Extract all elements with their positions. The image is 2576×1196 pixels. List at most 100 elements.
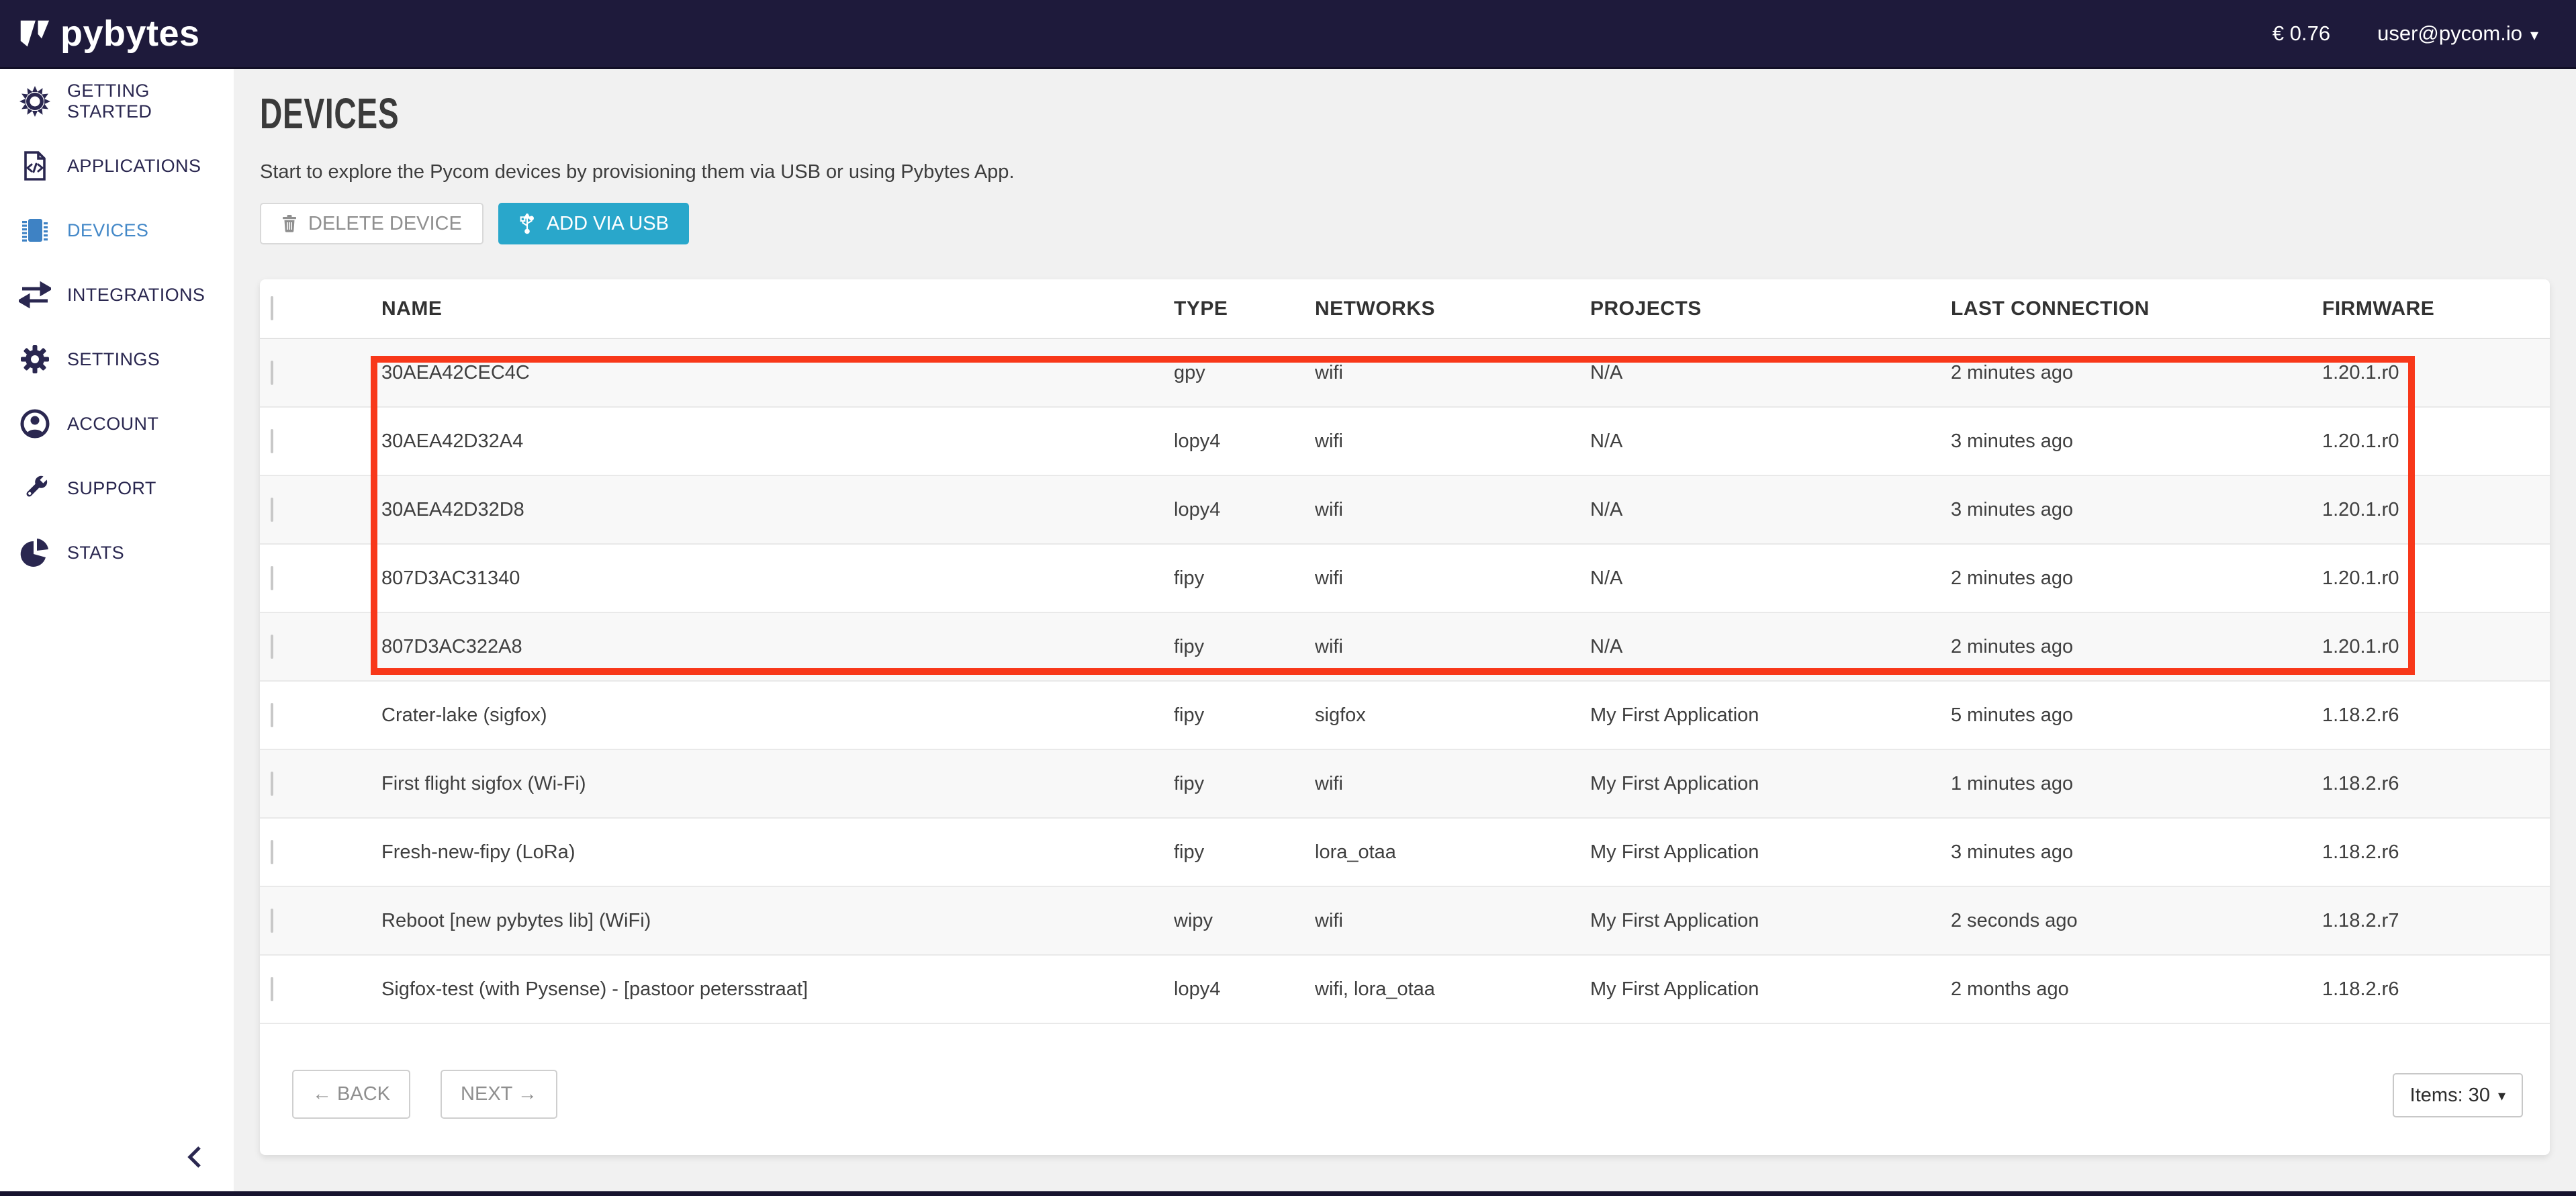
account-balance: € 0.76 bbox=[2272, 21, 2330, 46]
sidebar-collapse-button[interactable] bbox=[181, 1142, 211, 1172]
code-document-icon bbox=[19, 150, 51, 182]
delete-device-button[interactable]: DELETE DEVICE bbox=[260, 203, 484, 244]
cell-name: 30AEA42CEC4C bbox=[381, 362, 1174, 384]
cell-projects: N/A bbox=[1590, 636, 1951, 658]
chip-icon bbox=[19, 214, 51, 246]
sidebar-item-label: INTEGRATIONS bbox=[67, 285, 205, 306]
cell-type: lopy4 bbox=[1174, 978, 1315, 1001]
cell-name: 807D3AC31340 bbox=[381, 567, 1174, 590]
cell-networks: wifi bbox=[1315, 499, 1590, 521]
add-via-usb-button[interactable]: ADD VIA USB bbox=[498, 203, 689, 244]
cell-type: lopy4 bbox=[1174, 430, 1315, 453]
cell-last-connection: 2 seconds ago bbox=[1951, 910, 2322, 932]
cell-networks: wifi bbox=[1315, 636, 1590, 658]
cell-projects: N/A bbox=[1590, 499, 1951, 521]
next-button[interactable]: NEXT → bbox=[441, 1070, 557, 1119]
sidebar-item-label: SETTINGS bbox=[67, 349, 160, 370]
row-checkbox[interactable] bbox=[271, 566, 273, 590]
user-email: user@pycom.io bbox=[2377, 21, 2522, 46]
device-table-header: NAME TYPE NETWORKS PROJECTS LAST CONNECT… bbox=[260, 279, 2550, 339]
sidebar-item-label: STATS bbox=[67, 543, 124, 563]
cell-projects: My First Application bbox=[1590, 841, 1951, 864]
table-row[interactable]: First flight sigfox (Wi-Fi) fipy wifi My… bbox=[260, 750, 2550, 819]
cell-projects: N/A bbox=[1590, 430, 1951, 453]
page-subtitle: Start to explore the Pycom devices by pr… bbox=[260, 161, 1015, 183]
header-projects[interactable]: PROJECTS bbox=[1590, 297, 1702, 320]
sidebar-item-stats[interactable]: STATS bbox=[0, 520, 234, 585]
cell-type: fipy bbox=[1174, 704, 1315, 727]
sidebar-item-support[interactable]: SUPPORT bbox=[0, 456, 234, 520]
table-row[interactable]: Crater-lake (sigfox) fipy sigfox My Firs… bbox=[260, 682, 2550, 750]
cell-firmware: 1.18.2.r7 bbox=[2322, 910, 2550, 932]
table-row[interactable]: 30AEA42D32D8 lopy4 wifi N/A 3 minutes ag… bbox=[260, 476, 2550, 545]
row-checkbox[interactable] bbox=[271, 635, 273, 659]
cell-networks: wifi bbox=[1315, 773, 1590, 795]
cell-last-connection: 3 minutes ago bbox=[1951, 499, 2322, 521]
device-table-card: NAME TYPE NETWORKS PROJECTS LAST CONNECT… bbox=[260, 279, 2550, 1155]
row-checkbox[interactable] bbox=[271, 361, 273, 385]
sidebar-item-account[interactable]: ACCOUNT bbox=[0, 392, 234, 456]
table-row[interactable]: 30AEA42D32A4 lopy4 wifi N/A 3 minutes ag… bbox=[260, 408, 2550, 476]
sidebar: GETTING STARTED APPLICATIONS bbox=[0, 69, 234, 1196]
table-row[interactable]: Sigfox-test (with Pysense) - [pastoor pe… bbox=[260, 956, 2550, 1024]
row-checkbox[interactable] bbox=[271, 703, 273, 727]
cell-name: 807D3AC322A8 bbox=[381, 636, 1174, 658]
items-per-page-select[interactable]: Items: 30 ▾ bbox=[2393, 1073, 2523, 1117]
cell-type: wipy bbox=[1174, 910, 1315, 932]
cell-last-connection: 2 months ago bbox=[1951, 978, 2322, 1001]
cell-firmware: 1.18.2.r6 bbox=[2322, 978, 2550, 1001]
row-checkbox[interactable] bbox=[271, 772, 273, 796]
row-checkbox[interactable] bbox=[271, 909, 273, 933]
cell-last-connection: 2 minutes ago bbox=[1951, 362, 2322, 384]
cell-name: Crater-lake (sigfox) bbox=[381, 704, 1174, 727]
cell-firmware: 1.20.1.r0 bbox=[2322, 499, 2550, 521]
user-menu[interactable]: user@pycom.io ▾ bbox=[2377, 21, 2538, 46]
table-row[interactable]: 807D3AC322A8 fipy wifi N/A 2 minutes ago… bbox=[260, 613, 2550, 682]
table-row[interactable]: Fresh-new-fipy (LoRa) fipy lora_otaa My … bbox=[260, 819, 2550, 887]
cell-firmware: 1.20.1.r0 bbox=[2322, 430, 2550, 453]
table-row[interactable]: 807D3AC31340 fipy wifi N/A 2 minutes ago… bbox=[260, 545, 2550, 613]
sidebar-item-devices[interactable]: DEVICES bbox=[0, 198, 234, 263]
cell-last-connection: 5 minutes ago bbox=[1951, 704, 2322, 727]
cell-type: fipy bbox=[1174, 636, 1315, 658]
cell-firmware: 1.20.1.r0 bbox=[2322, 362, 2550, 384]
trash-icon bbox=[281, 215, 297, 232]
header-type[interactable]: TYPE bbox=[1174, 297, 1228, 320]
row-checkbox[interactable] bbox=[271, 498, 273, 522]
cell-networks: lora_otaa bbox=[1315, 841, 1590, 864]
sidebar-item-applications[interactable]: APPLICATIONS bbox=[0, 134, 234, 198]
row-checkbox[interactable] bbox=[271, 977, 273, 1001]
back-button[interactable]: ← BACK bbox=[292, 1070, 410, 1119]
table-row[interactable]: 30AEA42CEC4C gpy wifi N/A 2 minutes ago … bbox=[260, 339, 2550, 408]
cell-projects: N/A bbox=[1590, 567, 1951, 590]
row-checkbox[interactable] bbox=[271, 429, 273, 453]
cell-name: Fresh-new-fipy (LoRa) bbox=[381, 841, 1174, 864]
cell-networks: wifi bbox=[1315, 910, 1590, 932]
cell-networks: wifi bbox=[1315, 362, 1590, 384]
cell-last-connection: 2 minutes ago bbox=[1951, 567, 2322, 590]
sidebar-item-label: APPLICATIONS bbox=[67, 156, 201, 177]
items-per-page-label: Items: 30 bbox=[2410, 1085, 2490, 1107]
cell-networks: sigfox bbox=[1315, 704, 1590, 727]
header-networks[interactable]: NETWORKS bbox=[1315, 297, 1435, 320]
cell-name: 30AEA42D32D8 bbox=[381, 499, 1174, 521]
select-all-checkbox[interactable] bbox=[271, 296, 273, 320]
table-row[interactable]: Reboot [new pybytes lib] (WiFi) wipy wif… bbox=[260, 887, 2550, 956]
toolbar: DELETE DEVICE ADD VIA USB bbox=[260, 203, 689, 244]
pycom-logo-icon bbox=[19, 18, 51, 49]
sidebar-item-settings[interactable]: SETTINGS bbox=[0, 327, 234, 392]
header-last-connection[interactable]: LAST CONNECTION bbox=[1951, 297, 2150, 320]
pybytes-logo[interactable]: pybytes bbox=[0, 13, 200, 54]
cell-last-connection: 3 minutes ago bbox=[1951, 430, 2322, 453]
cell-type: gpy bbox=[1174, 362, 1315, 384]
window-bottom-edge bbox=[0, 1191, 2576, 1196]
wrench-icon bbox=[19, 472, 51, 504]
sidebar-item-label: GETTING STARTED bbox=[67, 81, 234, 122]
sidebar-item-getting-started[interactable]: GETTING STARTED bbox=[0, 69, 234, 134]
header-name[interactable]: NAME bbox=[381, 297, 442, 320]
cell-networks: wifi, lora_otaa bbox=[1315, 978, 1590, 1001]
cell-firmware: 1.20.1.r0 bbox=[2322, 567, 2550, 590]
row-checkbox[interactable] bbox=[271, 840, 273, 864]
header-firmware[interactable]: FIRMWARE bbox=[2322, 297, 2434, 320]
sidebar-item-integrations[interactable]: INTEGRATIONS bbox=[0, 263, 234, 327]
